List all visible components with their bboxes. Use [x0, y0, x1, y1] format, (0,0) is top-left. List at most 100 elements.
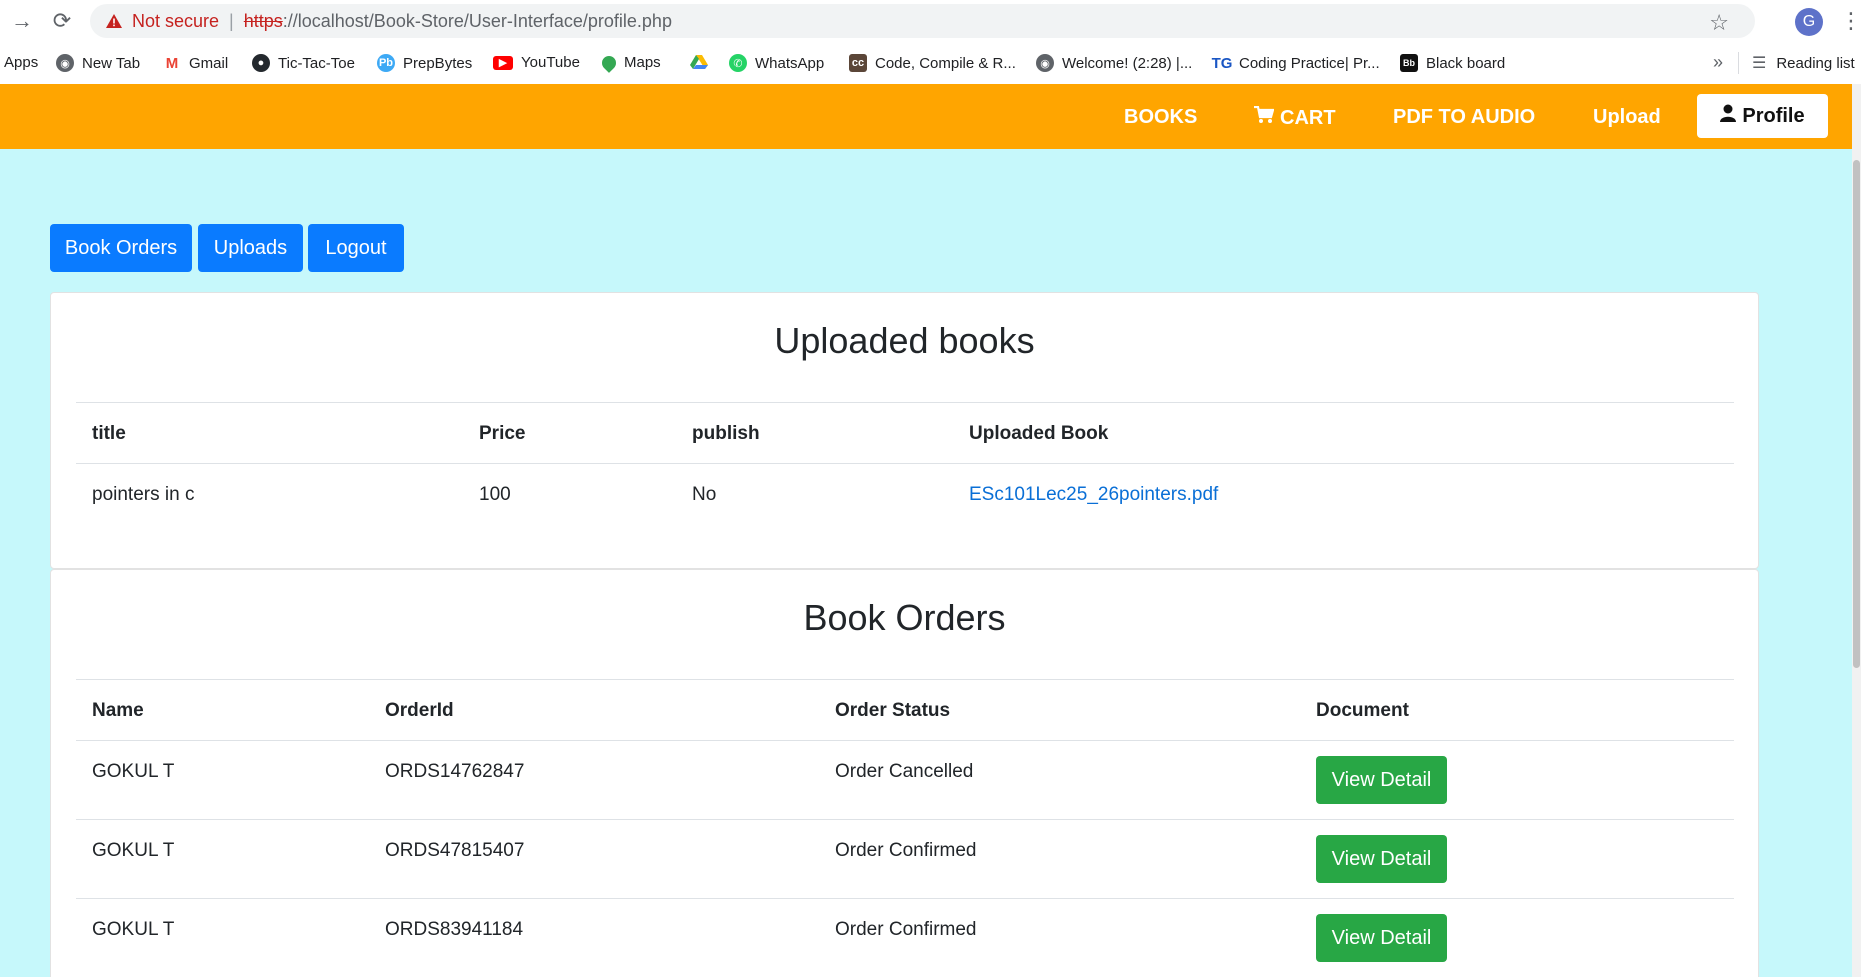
- github-icon: ●: [252, 54, 270, 72]
- whatsapp-icon: ✆: [729, 54, 747, 72]
- tg-icon: TG: [1211, 54, 1233, 72]
- bookmark-tic-tac-toe[interactable]: ● Tic-Tac-Toe: [252, 54, 355, 72]
- col-price: Price: [479, 423, 526, 444]
- bookmark-label: Apps: [4, 54, 39, 71]
- cell-publish: No: [692, 484, 717, 505]
- bookmarks-bar: Apps ◉ New Tab M Gmail ● Tic-Tac-Toe Pb …: [0, 42, 1861, 84]
- table-header-row: title Price publish Uploaded Book: [76, 402, 1734, 463]
- col-order-id: OrderId: [385, 700, 454, 721]
- view-detail-button[interactable]: View Detail: [1316, 756, 1447, 804]
- user-icon: [1720, 104, 1737, 128]
- book-orders-title: Book Orders: [803, 597, 1006, 638]
- bookmark-label: New Tab: [82, 54, 141, 72]
- bookmark-black-board[interactable]: Bb Black board: [1400, 54, 1505, 72]
- profile-label: Profile: [1742, 104, 1805, 127]
- book-orders-card: Book Orders Name OrderId Order Status Do…: [50, 569, 1759, 977]
- cell-order-status: Order Cancelled: [835, 761, 974, 782]
- col-name: Name: [92, 700, 144, 721]
- bookmark-label: PrepBytes: [403, 54, 473, 72]
- bookmark-label: Gmail: [189, 54, 229, 72]
- divider: [1738, 52, 1739, 74]
- table-row: GOKUL T ORDS83941184 Order Confirmed Vie…: [76, 898, 1734, 977]
- more-bookmarks-icon[interactable]: »: [1713, 52, 1723, 73]
- scrollbar-thumb[interactable]: [1853, 160, 1860, 668]
- bookmark-prepbytes[interactable]: Pb PrepBytes: [377, 54, 472, 72]
- col-order-status: Order Status: [835, 700, 951, 721]
- browser-toolbar: → ⟳ Not secure | https ://localhost/Book…: [0, 0, 1861, 42]
- bookmark-code-compile[interactable]: cc Code, Compile & R...: [849, 54, 1016, 72]
- reload-icon[interactable]: ⟳: [50, 8, 74, 33]
- divider: |: [229, 10, 234, 31]
- profile-button[interactable]: Profile: [1697, 94, 1828, 138]
- cell-name: GOKUL T: [92, 761, 175, 782]
- bookmark-youtube[interactable]: ▶ YouTube: [493, 54, 580, 71]
- bookmark-maps[interactable]: Maps: [599, 52, 661, 73]
- cell-order-status: Order Confirmed: [835, 840, 977, 861]
- bookmark-apps[interactable]: Apps: [4, 54, 38, 71]
- bookmark-label: Welcome! (2:28) |...: [1062, 54, 1193, 72]
- col-publish: publish: [692, 423, 760, 444]
- bookmark-label: Coding Practice| Pr...: [1239, 54, 1380, 72]
- address-bar[interactable]: Not secure | https ://localhost/Book-Sto…: [90, 4, 1755, 38]
- bookmark-label: WhatsApp: [755, 54, 825, 72]
- view-detail-button[interactable]: View Detail: [1316, 914, 1447, 962]
- table-row: GOKUL T ORDS14762847 Order Cancelled Vie…: [76, 740, 1734, 819]
- reading-list[interactable]: ☰ Reading list: [1752, 42, 1855, 84]
- reading-list-icon: ☰: [1752, 55, 1767, 72]
- blackboard-icon: Bb: [1400, 54, 1418, 72]
- nav-pdf-to-audio[interactable]: PDF TO AUDIO: [1393, 106, 1535, 129]
- cell-order-id: ORDS14762847: [385, 761, 525, 782]
- codechef-icon: cc: [849, 54, 867, 72]
- bookmark-star-icon[interactable]: ☆: [1709, 10, 1729, 36]
- gmail-icon: M: [163, 54, 181, 72]
- globe-icon: ◉: [56, 54, 74, 72]
- nav-cart[interactable]: CART: [1254, 105, 1336, 130]
- site-navbar: BOOKS CART PDF TO AUDIO Upload Profile: [0, 84, 1852, 149]
- cell-name: GOKUL T: [92, 919, 175, 940]
- bookmark-coding-practice[interactable]: TG Coding Practice| Pr...: [1211, 54, 1380, 72]
- globe-icon: ◉: [1036, 54, 1054, 72]
- bookmark-welcome[interactable]: ◉ Welcome! (2:28) |...: [1036, 54, 1192, 72]
- bookmark-whatsapp[interactable]: ✆ WhatsApp: [729, 54, 824, 72]
- bookmark-gmail[interactable]: M Gmail: [163, 54, 228, 72]
- avatar[interactable]: G: [1795, 8, 1823, 36]
- security-label[interactable]: Not secure: [132, 11, 219, 32]
- cell-name: GOKUL T: [92, 840, 175, 861]
- col-uploaded-book: Uploaded Book: [969, 423, 1109, 444]
- table-header-row: Name OrderId Order Status Document: [76, 679, 1734, 740]
- uploaded-books-card: Uploaded books title Price publish Uploa…: [50, 292, 1759, 569]
- url-protocol: https: [243, 10, 283, 31]
- table-row: GOKUL T ORDS47815407 Order Confirmed Vie…: [76, 819, 1734, 898]
- cell-price: 100: [479, 484, 511, 505]
- logout-button[interactable]: Logout: [308, 224, 404, 272]
- view-detail-button[interactable]: View Detail: [1316, 835, 1447, 883]
- cell-order-status: Order Confirmed: [835, 919, 977, 940]
- cell-title: pointers in c: [92, 484, 195, 505]
- bookmark-label: Tic-Tac-Toe: [278, 54, 355, 72]
- nav-books[interactable]: BOOKS: [1124, 106, 1197, 129]
- warning-icon: [104, 11, 124, 31]
- prepbytes-icon: Pb: [377, 54, 395, 72]
- uploaded-books-title: Uploaded books: [774, 320, 1035, 361]
- book-orders-button[interactable]: Book Orders: [50, 224, 192, 272]
- bookmark-label: Code, Compile & R...: [875, 54, 1016, 72]
- bookmark-label: Black board: [1426, 54, 1506, 72]
- maps-pin-icon: [599, 52, 619, 73]
- scrollbar[interactable]: [1852, 84, 1861, 977]
- col-document: Document: [1316, 700, 1409, 721]
- cell-order-id: ORDS83941184: [385, 919, 524, 940]
- bookmark-label: YouTube: [521, 54, 580, 71]
- drive-icon: [690, 54, 708, 74]
- bookmark-drive[interactable]: [690, 54, 708, 74]
- col-title: title: [92, 423, 126, 444]
- nav-upload[interactable]: Upload: [1593, 106, 1661, 129]
- table-row: pointers in c 100 No ESc101Lec25_26point…: [76, 463, 1734, 524]
- cart-icon: [1254, 105, 1275, 130]
- uploads-button[interactable]: Uploads: [198, 224, 303, 272]
- bookmark-new-tab[interactable]: ◉ New Tab: [56, 54, 140, 72]
- reading-list-label: Reading list: [1776, 54, 1855, 72]
- forward-icon[interactable]: →: [10, 8, 34, 33]
- bookmark-label: Maps: [624, 54, 661, 71]
- uploaded-file-link[interactable]: ESc101Lec25_26pointers.pdf: [969, 484, 1218, 506]
- menu-icon[interactable]: ⋮: [1840, 8, 1861, 34]
